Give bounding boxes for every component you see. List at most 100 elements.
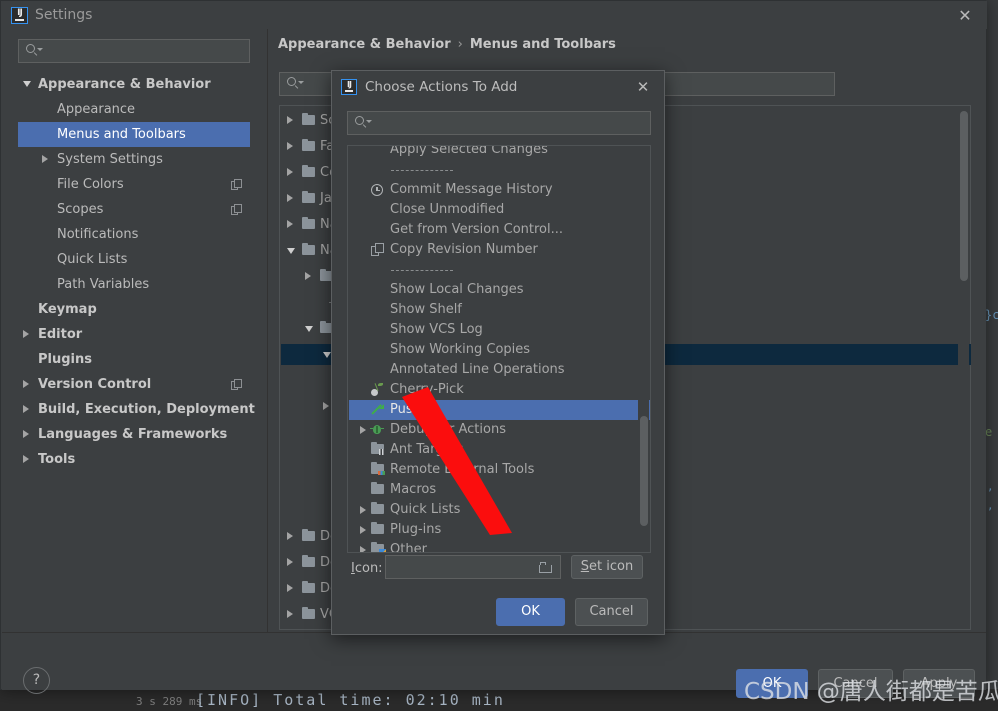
list-item-get-from-version-control[interactable]: Get from Version Control... [349, 220, 650, 240]
copy-settings-icon[interactable] [231, 179, 242, 190]
push-arrow-icon [371, 403, 385, 417]
list-item-debugger-actions[interactable]: Debugger Actions [349, 420, 650, 440]
copy-settings-icon[interactable] [231, 379, 242, 390]
chevron-right-icon[interactable] [287, 142, 293, 150]
list-item-push[interactable]: Push... [349, 400, 650, 420]
sidebar-item-keymap[interactable]: Keymap [18, 297, 250, 322]
set-icon-button[interactable]: Set icon [571, 555, 643, 579]
actions-list[interactable]: Apply Selected Changes Commit Message His… [347, 145, 651, 553]
chevron-right-icon[interactable] [287, 168, 293, 176]
folder-icon [371, 521, 384, 534]
list-item-show-working-copies[interactable]: Show Working Copies [349, 340, 650, 360]
separator-line [391, 170, 453, 172]
close-icon[interactable]: ✕ [632, 77, 654, 97]
chevron-right-icon[interactable] [360, 546, 366, 552]
sidebar-item-tools[interactable]: Tools [18, 447, 250, 472]
chevron-right-icon[interactable] [287, 220, 293, 228]
breadcrumb-root[interactable]: Appearance & Behavior [278, 37, 451, 52]
list-item-show-shelf[interactable]: Show Shelf [349, 300, 650, 320]
sidebar-item-editor[interactable]: Editor [18, 322, 250, 347]
list-item-ant-targets[interactable]: Ant Targets [349, 440, 650, 460]
sidebar-item-quick-lists[interactable]: Quick Lists [18, 247, 250, 272]
chevron-right-icon[interactable] [23, 330, 29, 338]
scrollbar-thumb[interactable] [960, 111, 968, 281]
list-item-label: Remote External Tools [390, 462, 535, 477]
sidebar-item-appearance[interactable]: Appearance [18, 97, 250, 122]
search-icon [287, 77, 304, 91]
list-item-label: Show VCS Log [390, 322, 483, 337]
settings-titlebar[interactable] [1, 1, 987, 29]
list-item-annotated-line-operations[interactable]: Annotated Line Operations [349, 360, 650, 380]
chevron-right-icon[interactable] [360, 526, 366, 534]
debugger-bug-icon [370, 424, 384, 435]
list-item-quick-lists[interactable]: Quick Lists [349, 500, 650, 520]
sidebar-item-scopes[interactable]: Scopes [18, 197, 250, 222]
sidebar-item-notifications[interactable]: Notifications [18, 222, 250, 247]
close-icon[interactable]: ✕ [953, 5, 977, 27]
chevron-right-icon[interactable] [42, 155, 48, 163]
sidebar-item-appearance-behavior[interactable]: Appearance & Behavior [18, 72, 250, 97]
list-item-label: Cherry-Pick [390, 382, 464, 397]
settings-search-input[interactable] [18, 39, 250, 63]
sidebar-item-path-variables[interactable]: Path Variables [18, 272, 250, 297]
sidebar-item-version-control[interactable]: Version Control [18, 372, 250, 397]
chevron-right-icon[interactable] [287, 584, 293, 592]
intellij-idea-icon: IJ [11, 7, 28, 24]
sidebar-item-menus-and-toolbars[interactable]: Menus and Toolbars [18, 122, 250, 147]
chevron-right-icon[interactable] [360, 506, 366, 514]
sidebar-item-build-execution-deployment[interactable]: Build, Execution, Deployment [18, 397, 255, 422]
scrollbar-thumb[interactable] [640, 416, 648, 526]
sidebar-item-label: Quick Lists [57, 252, 128, 267]
chevron-right-icon[interactable] [23, 405, 29, 413]
list-item-label: Push... [390, 402, 434, 417]
chevron-right-icon[interactable] [23, 380, 29, 388]
sidebar-item-file-colors[interactable]: File Colors [18, 172, 250, 197]
list-item-commit-message-history[interactable]: Commit Message History [349, 180, 650, 200]
chevron-right-icon[interactable] [360, 426, 366, 434]
ant-folder-icon [371, 441, 385, 455]
list-item-other[interactable]: Other [349, 540, 650, 553]
chevron-right-icon[interactable] [323, 402, 329, 410]
list-item-remote-external-tools[interactable]: Remote External Tools [349, 460, 650, 480]
chevron-right-icon[interactable] [287, 116, 293, 124]
list-item-macros[interactable]: Macros [349, 480, 650, 500]
list-item-apply-selected-changes[interactable]: Apply Selected Changes [349, 145, 650, 160]
choose-actions-search-input[interactable] [347, 111, 651, 135]
copy-settings-icon[interactable] [231, 204, 242, 215]
list-item-show-local-changes[interactable]: Show Local Changes [349, 280, 650, 300]
list-item-label: Get from Version Control... [390, 222, 564, 237]
breadcrumb-leaf: Menus and Toolbars [469, 37, 616, 52]
list-item-label: Apply Selected Changes [390, 145, 548, 157]
list-item-show-vcs-log[interactable]: Show VCS Log [349, 320, 650, 340]
sidebar-item-languages-frameworks[interactable]: Languages & Frameworks [18, 422, 250, 447]
sidebar-item-system-settings[interactable]: System Settings [18, 147, 250, 172]
chevron-right-icon[interactable] [287, 532, 293, 540]
dialog-cancel-button[interactable]: Cancel [575, 598, 648, 626]
chevron-down-icon[interactable] [287, 248, 295, 254]
list-item-plug-ins[interactable]: Plug-ins [349, 520, 650, 540]
chevron-down-icon[interactable] [323, 352, 331, 358]
chevron-right-icon[interactable] [23, 430, 29, 438]
dialog-ok-button[interactable]: OK [496, 598, 565, 626]
chevron-right-icon[interactable] [305, 272, 311, 280]
menus-toolbars-scrollbar[interactable] [958, 106, 969, 629]
chevron-right-icon[interactable] [23, 455, 29, 463]
folder-browse-icon[interactable] [539, 562, 552, 573]
chevron-down-icon[interactable] [305, 326, 313, 332]
sidebar-item-plugins[interactable]: Plugins [18, 347, 250, 372]
chevron-right-icon[interactable] [287, 194, 293, 202]
list-item-cherry-pick[interactable]: Cherry-Pick [349, 380, 650, 400]
folder-icon [302, 164, 315, 177]
chevron-down-icon[interactable] [23, 81, 31, 87]
list-item-label: Other [390, 542, 427, 553]
help-button[interactable]: ? [23, 667, 50, 694]
list-item-label: Annotated Line Operations [390, 362, 565, 377]
list-item-close-unmodified[interactable]: Close Unmodified [349, 200, 650, 220]
chevron-right-icon[interactable] [287, 558, 293, 566]
list-item-label: Macros [390, 482, 437, 497]
chevron-right-icon[interactable] [287, 610, 293, 618]
list-item-label: Debugger Actions [390, 422, 506, 437]
list-item-copy-revision-number[interactable]: Copy Revision Number [349, 240, 650, 260]
icon-path-input[interactable] [385, 555, 561, 579]
sidebar-item-label: Appearance & Behavior [38, 77, 211, 92]
